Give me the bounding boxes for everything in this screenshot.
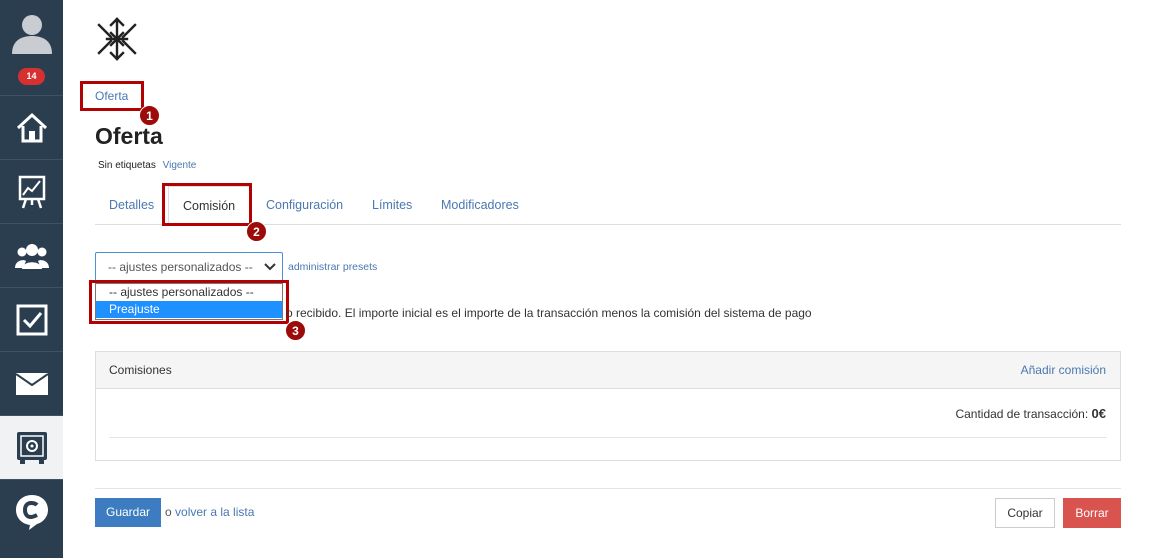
transaction-amount: Cantidad de transacción: 0€ [955,406,1106,421]
mail-icon [15,372,48,395]
sidebar-item-mail[interactable] [0,351,63,415]
sidebar: 14 [0,0,63,558]
chevron-down-icon [264,263,276,271]
sidebar-item-safe[interactable] [0,415,63,479]
preset-select[interactable]: -- ajustes personalizados -- [95,252,283,282]
manage-presets-link[interactable]: administrar presets [288,261,377,273]
back-text: o volver a la lista [165,505,254,519]
avatar[interactable] [0,0,63,64]
checkbox-icon [16,304,47,335]
sidebar-item-home[interactable] [0,95,63,159]
highlight-box-1 [80,81,144,111]
user-avatar-icon [11,15,52,54]
tag-meta: Sin etiquetas Vigente [98,160,196,171]
page-title: Oferta [95,123,163,149]
annotation-badge-3: 3 [285,320,306,341]
chart-easel-icon [18,175,45,208]
amount-value: 0€ [1091,406,1106,421]
tab-limites[interactable]: Límites [358,186,426,225]
highlight-box-2 [162,183,252,226]
add-commission-link[interactable]: Añadir comisión [1021,363,1106,377]
sidebar-item-reports[interactable] [0,159,63,223]
panel-header: Comisiones Añadir comisión [96,352,1120,389]
divider [109,437,1107,438]
home-icon [16,112,47,142]
sidebar-item-tasks[interactable] [0,287,63,351]
copy-button[interactable]: Copiar [995,498,1055,528]
preset-select-value: -- ajustes personalizados -- [108,260,253,274]
sidebar-item-users[interactable] [0,223,63,287]
sidebar-item-chat[interactable] [0,479,63,543]
or-text: o [165,505,172,519]
footer-divider [95,488,1121,489]
tags-label: Sin etiquetas [98,160,156,171]
users-icon [14,243,49,269]
panel-title: Comisiones [109,363,172,377]
save-button[interactable]: Guardar [95,498,161,527]
annotation-badge-2: 2 [246,221,267,242]
safe-icon [16,431,47,464]
tab-detalles[interactable]: Detalles [95,186,168,225]
chat-logo-icon [15,494,48,530]
status-link[interactable]: Vigente [163,160,197,171]
delete-button[interactable]: Borrar [1063,498,1121,528]
tab-modificadores[interactable]: Modificadores [427,186,533,225]
back-to-list-link[interactable]: volver a la lista [175,505,254,519]
highlight-box-3 [89,280,289,324]
notification-badge[interactable]: 14 [18,68,45,85]
company-logo [97,17,137,61]
commission-description: o recibido. El importe inicial es el imp… [286,306,812,320]
commissions-panel: Comisiones Añadir comisión Cantidad de t… [95,351,1121,461]
tab-configuracion[interactable]: Configuración [252,186,357,225]
amount-label: Cantidad de transacción: [955,407,1089,421]
